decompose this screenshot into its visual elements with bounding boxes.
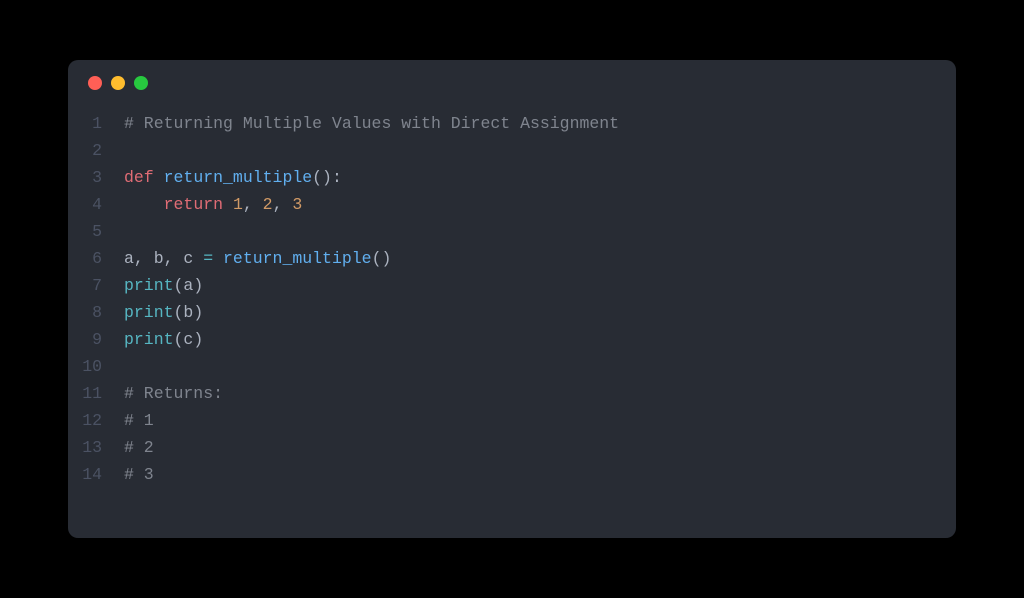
code-line: 5	[68, 218, 956, 245]
line-content: print(a)	[124, 272, 956, 299]
close-icon[interactable]	[88, 76, 102, 90]
token-comment: # Returning Multiple Values with Direct …	[124, 114, 619, 133]
line-number: 13	[68, 434, 124, 461]
token-paren: (b)	[174, 303, 204, 322]
line-content: # 3	[124, 461, 956, 488]
code-line: 9print(c)	[68, 326, 956, 353]
code-line: 4 return 1, 2, 3	[68, 191, 956, 218]
token-number: 2	[263, 195, 273, 214]
token-paren: (c)	[174, 330, 204, 349]
token-comment: # Returns:	[124, 384, 223, 403]
line-content: # Returning Multiple Values with Direct …	[124, 110, 956, 137]
token-op: =	[203, 249, 213, 268]
token-ident	[223, 195, 233, 214]
code-line: 12# 1	[68, 407, 956, 434]
line-number: 10	[68, 353, 124, 380]
token-comment: # 1	[124, 411, 154, 430]
line-number: 9	[68, 326, 124, 353]
token-builtin: print	[124, 330, 174, 349]
token-builtin: print	[124, 276, 174, 295]
code-line: 10	[68, 353, 956, 380]
line-number: 3	[68, 164, 124, 191]
token-ident: a, b, c	[124, 249, 203, 268]
code-line: 6a, b, c = return_multiple()	[68, 245, 956, 272]
minimize-icon[interactable]	[111, 76, 125, 90]
token-paren: (a)	[174, 276, 204, 295]
code-window: 1# Returning Multiple Values with Direct…	[68, 60, 956, 538]
token-def: def	[124, 168, 154, 187]
line-number: 4	[68, 191, 124, 218]
token-punct: ,	[273, 195, 293, 214]
token-ident	[213, 249, 223, 268]
line-content: print(b)	[124, 299, 956, 326]
line-content: # 2	[124, 434, 956, 461]
line-number: 12	[68, 407, 124, 434]
line-content: a, b, c = return_multiple()	[124, 245, 956, 272]
code-line: 13# 2	[68, 434, 956, 461]
line-content: def return_multiple():	[124, 164, 956, 191]
line-content	[124, 353, 956, 380]
line-content: # 1	[124, 407, 956, 434]
token-paren: ()	[372, 249, 392, 268]
line-number: 2	[68, 137, 124, 164]
token-comment: # 2	[124, 438, 154, 457]
line-content: # Returns:	[124, 380, 956, 407]
code-line: 7print(a)	[68, 272, 956, 299]
token-builtin: print	[124, 303, 174, 322]
token-number: 3	[292, 195, 302, 214]
token-number: 1	[233, 195, 243, 214]
line-number: 7	[68, 272, 124, 299]
line-content	[124, 218, 956, 245]
token-comment: # 3	[124, 465, 154, 484]
line-content: print(c)	[124, 326, 956, 353]
zoom-icon[interactable]	[134, 76, 148, 90]
code-line: 8print(b)	[68, 299, 956, 326]
titlebar	[68, 60, 956, 106]
line-content: return 1, 2, 3	[124, 191, 956, 218]
line-number: 14	[68, 461, 124, 488]
line-number: 6	[68, 245, 124, 272]
code-line: 3def return_multiple():	[68, 164, 956, 191]
token-paren: ():	[312, 168, 342, 187]
token-func: return_multiple	[164, 168, 313, 187]
token-func: return_multiple	[223, 249, 372, 268]
line-number: 11	[68, 380, 124, 407]
token-punct: ,	[243, 195, 263, 214]
token-ident	[154, 168, 164, 187]
line-number: 5	[68, 218, 124, 245]
line-number: 1	[68, 110, 124, 137]
token-ident	[124, 195, 164, 214]
code-line: 14# 3	[68, 461, 956, 488]
line-number: 8	[68, 299, 124, 326]
code-line: 1# Returning Multiple Values with Direct…	[68, 110, 956, 137]
line-content	[124, 137, 956, 164]
code-line: 11# Returns:	[68, 380, 956, 407]
token-return: return	[164, 195, 223, 214]
code-editor[interactable]: 1# Returning Multiple Values with Direct…	[68, 106, 956, 538]
code-line: 2	[68, 137, 956, 164]
